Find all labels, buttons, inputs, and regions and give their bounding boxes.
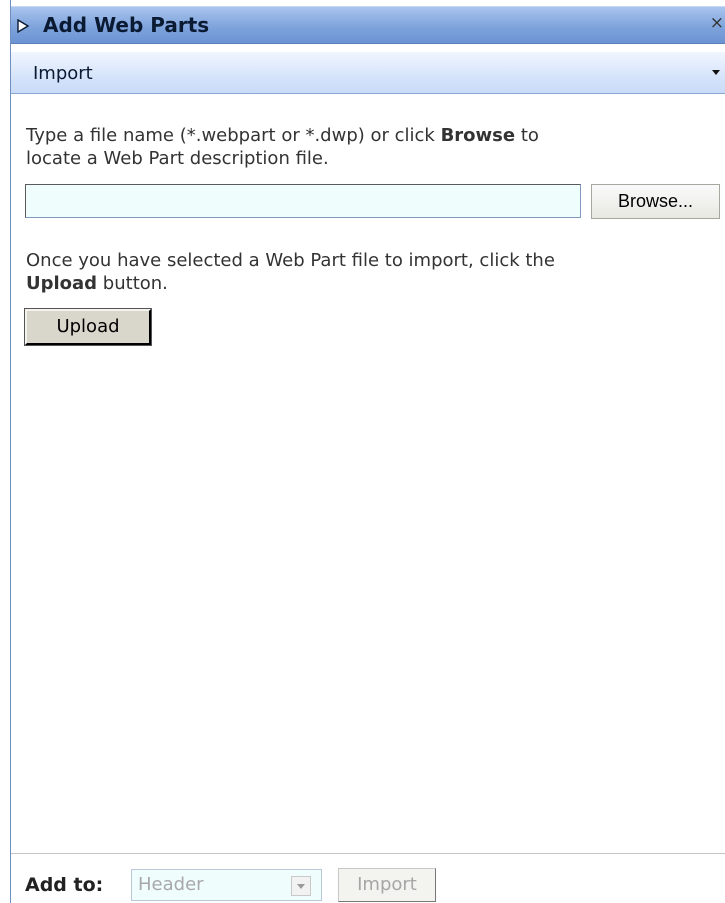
import-button[interactable]: Import — [338, 868, 436, 902]
upload-instructions: Once you have selected a Web Part file t… — [26, 249, 555, 295]
instruction-text: Once you have selected a Web Part file t… — [26, 250, 555, 271]
section-title: Import — [33, 63, 93, 84]
file-path-input[interactable] — [25, 184, 581, 218]
zone-select[interactable]: Header — [131, 869, 322, 901]
file-instructions: Type a file name (*.webpart or *.dwp) or… — [26, 124, 539, 170]
instruction-text: to — [515, 125, 539, 146]
footer-divider — [11, 853, 725, 854]
chevron-down-icon — [297, 884, 305, 889]
browse-button[interactable]: Browse... — [591, 184, 720, 219]
browse-keyword: Browse — [440, 125, 516, 146]
triangle-down-icon[interactable] — [712, 70, 720, 75]
dropdown-button[interactable] — [291, 876, 311, 896]
close-icon[interactable]: × — [710, 15, 724, 32]
add-web-parts-panel: Add Web Parts × Import Type a file name … — [10, 0, 725, 903]
add-to-label: Add to: — [25, 874, 104, 896]
instruction-text: Type a file name (*.webpart or *.dwp) or… — [26, 125, 441, 146]
panel-title-bar: Add Web Parts × — [11, 6, 725, 44]
upload-button[interactable]: Upload — [24, 308, 152, 346]
instruction-text: locate a Web Part description file. — [26, 148, 329, 169]
import-section-header[interactable]: Import — [11, 52, 725, 94]
panel-title: Add Web Parts — [43, 13, 210, 37]
upload-keyword: Upload — [26, 273, 98, 294]
zone-selected-value: Header — [138, 874, 204, 895]
triangle-right-icon[interactable] — [17, 19, 29, 33]
instruction-text: button. — [97, 273, 168, 294]
